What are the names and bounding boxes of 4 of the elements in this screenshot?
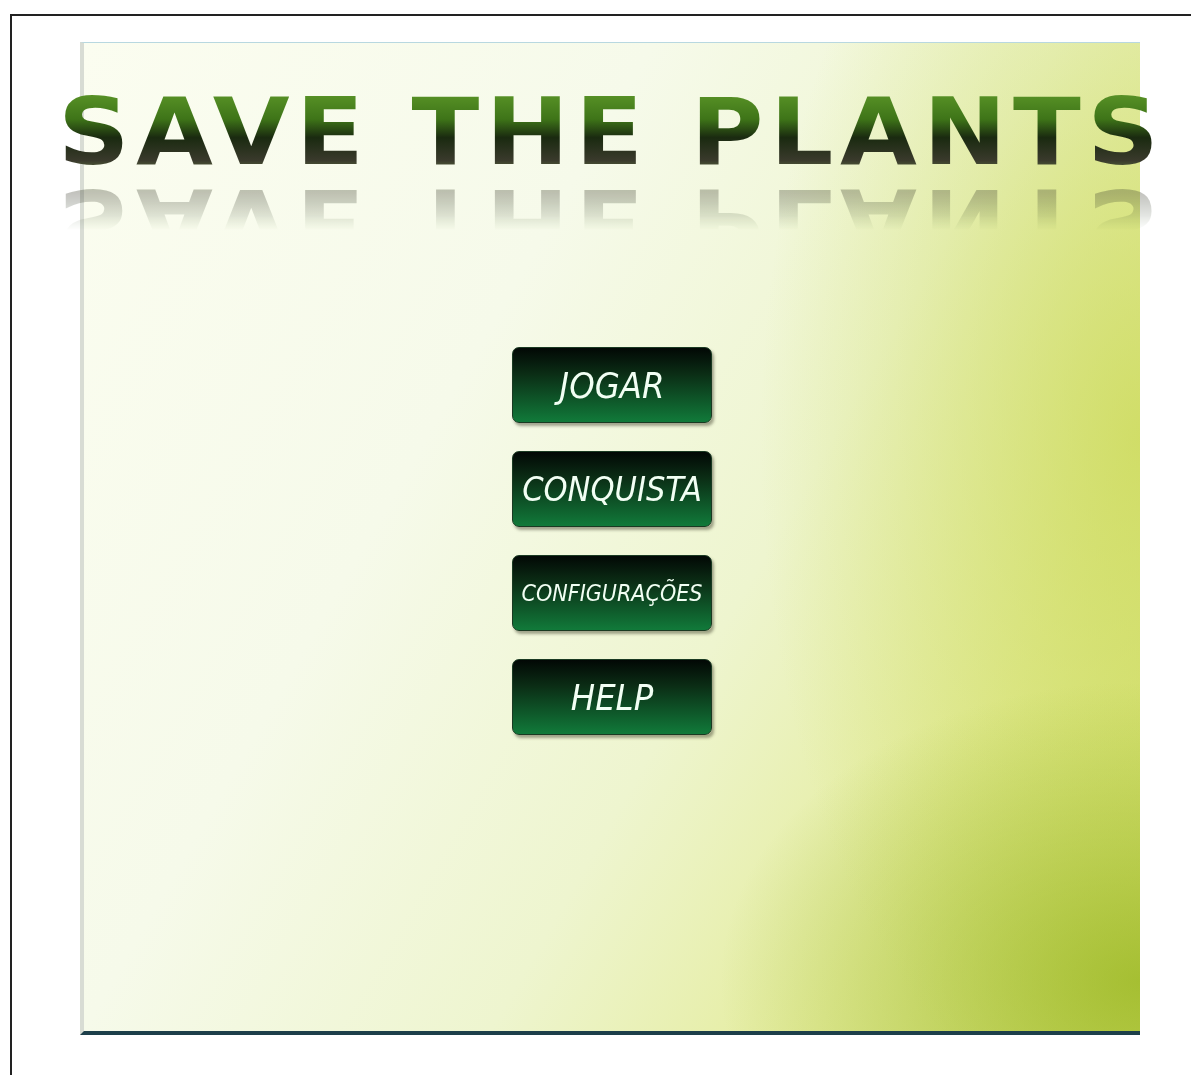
menu-button[interactable]: CONFIGURAÇÕES [512, 555, 712, 631]
menu-button[interactable]: CONQUISTA [512, 451, 712, 527]
menu-button[interactable]: HELP [512, 659, 712, 735]
menu-button[interactable]: JOGAR [512, 347, 712, 423]
